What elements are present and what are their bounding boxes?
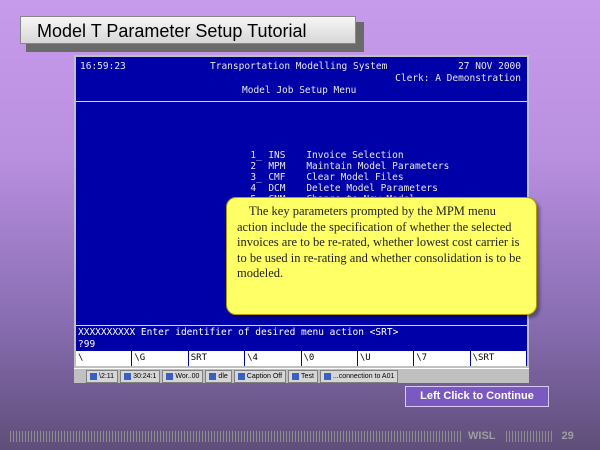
terminal-prompt: XXXXXXXXXX Enter identifier of desired m… [78,327,399,338]
function-key[interactable]: \ [76,351,133,366]
taskbar-item[interactable]: 30:24:1 [120,369,161,383]
footer-barcode-right [505,430,554,442]
window-icon [166,372,174,380]
menu-item-cnm[interactable]: 5_CNMChange to New Model [216,183,415,205]
terminal-header: 16:59:23 Transportation Modelling System… [76,57,527,96]
function-key[interactable]: \7 [414,351,471,366]
window-icon [90,372,97,380]
taskbar-item[interactable]: dle [205,369,232,383]
taskbar-item[interactable]: \2:11 [86,369,119,383]
menu-item-mpm[interactable]: 2 MPM Maintain Model Parameters [216,150,449,172]
terminal-system-name: Transportation Modelling System [210,61,388,72]
continue-button[interactable]: Left Click to Continue [405,386,549,407]
menu-item-dcm[interactable]: 4 DCM Delete Model Parameters [216,172,438,194]
terminal-time: 16:59:23 [80,61,126,72]
taskbar-item[interactable]: Wor..00 [162,369,204,383]
footer-barcode-left [10,430,462,442]
window-icon [209,372,217,380]
window-icon [323,372,331,380]
function-key-bar: \ \G SRT \4 \0 \U \7 \SRT [76,351,527,366]
menu-item-cmf[interactable]: 3_ CMF Clear Model Files [216,161,403,183]
function-key[interactable]: \SRT [471,351,527,366]
window-icon [292,372,300,380]
taskbar-item[interactable]: Test [288,369,318,383]
page-number: 29 [561,430,574,442]
slide-footer: WISL 29 [10,429,590,443]
menu-item-ins[interactable]: 1_ INS Invoice Selection [216,139,403,161]
menu-action-input[interactable]: ?99 [78,339,95,350]
taskbar-item[interactable]: Caption Off [233,369,287,383]
function-key[interactable]: \G [132,351,189,366]
function-key[interactable]: \4 [245,351,302,366]
taskbar-item[interactable]: ...connection to A01 [319,369,399,383]
terminal-divider [76,101,527,102]
footer-brand: WISL [468,430,496,442]
window-icon [237,372,245,380]
terminal-clerk: Clerk: A Demonstration [395,73,521,84]
function-key[interactable]: \0 [302,351,358,366]
terminal-screen-title: Model Job Setup Menu [242,85,357,96]
function-key[interactable]: SRT [189,351,246,366]
function-key[interactable]: \U [358,351,415,366]
explanation-callout: The key parameters prompted by the MPM m… [226,197,537,315]
window-icon [124,372,132,380]
page-title: Model T Parameter Setup Tutorial [20,16,356,44]
terminal-date: 27 NOV 2000 [458,61,521,72]
windows-taskbar: \2:11 30:24:1 Wor..00 dle Caption Off Te… [74,368,529,383]
